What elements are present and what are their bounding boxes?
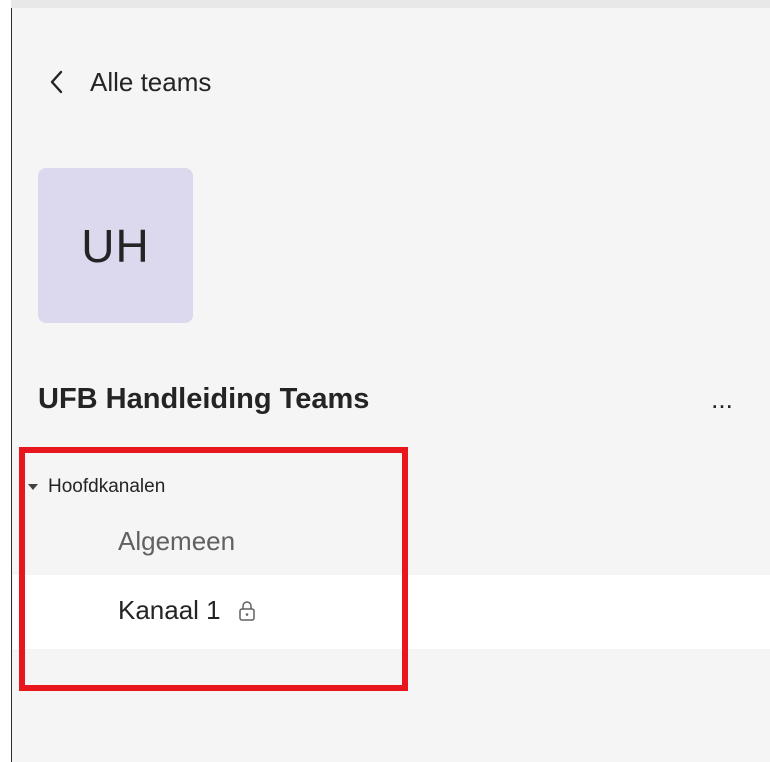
team-name: UFB Handleiding Teams	[38, 383, 370, 415]
channels-section-toggle[interactable]: Hoofdkanalen	[26, 472, 165, 502]
team-avatar[interactable]: UH	[38, 168, 193, 323]
all-teams-back-button[interactable]: Alle teams	[48, 58, 211, 106]
teams-panel-screenshot: Alle teams UH UFB Handleiding Teams ... …	[0, 0, 770, 762]
all-teams-label: Alle teams	[90, 66, 212, 97]
lock-icon	[237, 599, 257, 623]
channels-section-label: Hoofdkanalen	[48, 476, 166, 497]
top-strip	[11, 0, 770, 8]
caret-down-icon	[26, 480, 40, 494]
channel-item-kanaal-1[interactable]: Kanaal 1	[118, 595, 257, 626]
more-options-button[interactable]: ...	[704, 384, 740, 414]
team-avatar-initials: UH	[81, 219, 150, 272]
chevron-left-icon	[48, 68, 76, 96]
channel-item-algemeen[interactable]: Algemeen	[118, 526, 235, 557]
channel-item-label: Kanaal 1	[118, 595, 221, 625]
